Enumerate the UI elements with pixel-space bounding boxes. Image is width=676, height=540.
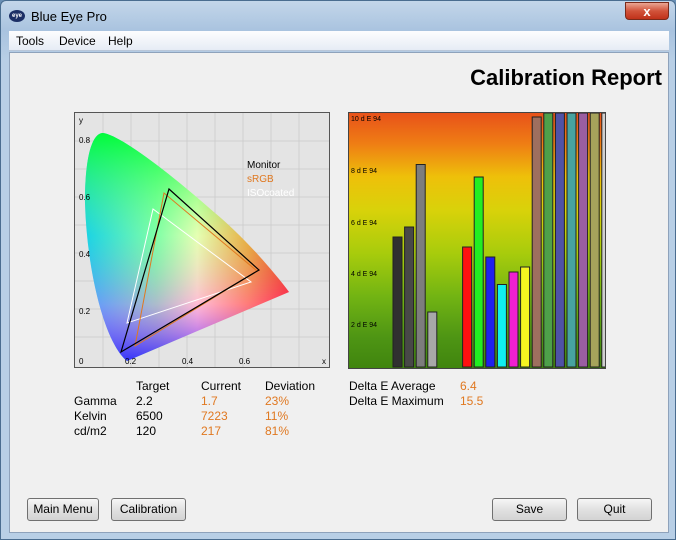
row-luminance-deviation: 81% [265,424,290,438]
title-bar[interactable]: eye Blue Eye Pro x [1,1,675,31]
legend-monitor: Monitor [247,160,281,171]
delta-e-bar [578,112,589,368]
menu-bar: Tools Device Help [9,31,669,51]
de-y-tick: 2 d E 94 [351,322,377,329]
delta-e-average-value: 6.4 [460,379,477,393]
row-kelvin-label: Kelvin [74,409,107,423]
delta-e-bar [404,226,415,368]
menu-tools[interactable]: Tools [16,34,44,48]
row-kelvin-current: 7223 [201,409,228,423]
menu-help[interactable]: Help [108,34,133,48]
delta-e-bar [427,311,438,368]
row-luminance-current: 217 [201,424,222,438]
row-luminance-label: cd/m2 [74,424,107,438]
cie-axis-x-label: x [322,357,326,366]
delta-e-bar [496,284,507,368]
delta-e-maximum-value: 15.5 [460,394,484,408]
header-target: Target [136,379,170,393]
row-gamma-deviation: 23% [265,394,290,408]
legend-isocoated: ISOcoated [247,188,294,199]
cie-diagram: y x 0.8 0.6 0.4 0.2 0 0.2 0.4 0.6 Monito… [74,112,330,368]
quit-button[interactable]: Quit [577,498,652,521]
delta-e-bar [392,236,403,368]
calibration-button[interactable]: Calibration [111,498,186,521]
delta-e-maximum-label: Delta E Maximum [349,394,444,408]
app-window: eye Blue Eye Pro x Tools Device Help Cal… [0,0,676,540]
save-button[interactable]: Save [492,498,567,521]
cie-axis-y-label: y [79,116,83,125]
delta-e-bar [520,266,531,368]
cie-diagram-svg: y x 0.8 0.6 0.4 0.2 0 0.2 0.4 0.6 Monito… [75,113,329,367]
cie-y-tick: 0.4 [79,250,91,259]
row-gamma-current: 1.7 [201,394,218,408]
row-luminance-target: 120 [136,424,157,438]
de-y-tick: 8 d E 94 [351,168,377,175]
close-button[interactable]: x [625,2,669,20]
row-kelvin-deviation: 11% [265,409,289,423]
delta-e-average-label: Delta E Average [349,379,436,393]
delta-e-bar [601,112,612,368]
delta-e-chart-svg: 10 d E 94 8 d E 94 6 d E 94 4 d E 94 2 d… [351,112,612,368]
menu-device[interactable]: Device [59,34,96,48]
delta-e-bar [589,112,600,368]
delta-e-bar [566,112,577,368]
cie-x-tick: 0.2 [125,357,137,366]
header-current: Current [201,379,242,393]
delta-e-bar [485,256,496,368]
cie-y-tick: 0.6 [79,193,91,202]
delta-e-bar [462,246,473,368]
de-y-tick: 6 d E 94 [351,220,377,227]
app-logo-icon: eye [9,10,25,22]
delta-e-bar [415,164,426,368]
row-gamma-label: Gamma [74,394,117,408]
delta-e-bar [508,271,519,368]
report-panel: Calibration Report y x 0.8 0.6 0.4 0.2 0… [9,52,669,533]
cie-y-tick: 0.2 [79,307,91,316]
delta-e-chart: 10 d E 94 8 d E 94 6 d E 94 4 d E 94 2 d… [348,112,612,369]
delta-e-bar [554,112,565,368]
de-y-tick: 4 d E 94 [351,271,377,278]
legend-srgb: sRGB [247,174,274,185]
cie-y-tick: 0 [79,357,84,366]
de-y-tick: 10 d E 94 [351,116,381,123]
delta-e-bar [543,112,554,368]
delta-e-bar [531,116,542,368]
cie-x-tick: 0.6 [239,357,251,366]
window-title: Blue Eye Pro [31,9,107,24]
page-title: Calibration Report [470,65,662,90]
row-gamma-target: 2.2 [136,394,153,408]
header-deviation: Deviation [265,379,316,393]
cie-x-tick: 0.4 [182,357,194,366]
delta-e-bar [473,176,484,368]
main-menu-button[interactable]: Main Menu [27,498,99,521]
row-kelvin-target: 6500 [136,409,163,423]
cie-y-tick: 0.8 [79,136,91,145]
